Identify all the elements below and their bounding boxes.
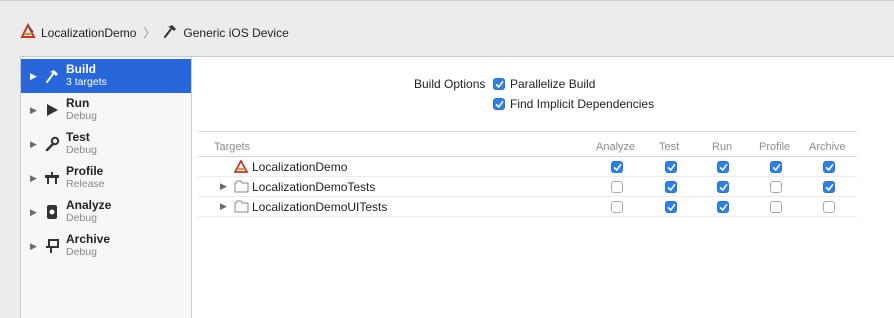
scheme-action-run[interactable]: ▶ Run Debug: [21, 93, 191, 127]
table-row[interactable]: LocalizationDemo: [198, 157, 857, 177]
scheme-editor-panel: ▶ Build 3 targets ▶ Run Debug ▶ Test Deb…: [20, 56, 894, 318]
archive-checkbox[interactable]: [823, 201, 835, 213]
targets-table: Targets Analyze Test Run Profile Archive…: [198, 131, 857, 217]
disclosure-triangle-icon[interactable]: ▶: [220, 181, 227, 192]
test-checkbox[interactable]: [665, 181, 677, 193]
table-row[interactable]: ▶ LocalizationDemoTests: [198, 177, 857, 197]
analyze-icon: [43, 203, 61, 221]
implicit-dependencies-option[interactable]: Find Implicit Dependencies: [493, 97, 654, 111]
target-name: LocalizationDemoUITests: [252, 200, 388, 214]
breadcrumb: LocalizationDemo 〉 Generic iOS Device: [20, 22, 289, 42]
disclosure-triangle-icon[interactable]: ▶: [30, 139, 39, 150]
run-checkbox[interactable]: [717, 161, 729, 173]
scheme-editor-toolbar: LocalizationDemo 〉 Generic iOS Device: [0, 0, 894, 56]
breadcrumb-project-label: LocalizationDemo: [41, 25, 137, 40]
breadcrumb-separator: 〉: [143, 26, 156, 40]
scheme-action-profile[interactable]: ▶ Profile Release: [21, 161, 191, 195]
scheme-action-subtitle: Debug: [66, 144, 97, 156]
disclosure-triangle-icon[interactable]: ▶: [30, 173, 39, 184]
hammer-icon: [43, 67, 61, 85]
breadcrumb-device[interactable]: Generic iOS Device: [162, 23, 289, 42]
profile-checkbox[interactable]: [770, 161, 782, 173]
play-icon: [43, 101, 61, 119]
scheme-action-subtitle: 3 targets: [66, 76, 107, 88]
scheme-action-title: Test: [66, 130, 90, 144]
scheme-action-title: Build: [66, 62, 96, 76]
parallelize-build-option[interactable]: Parallelize Build: [493, 77, 595, 91]
target-name: LocalizationDemo: [252, 160, 348, 174]
targets-table-body: LocalizationDemo ▶ LocalizationDemoTests ▶ L…: [198, 157, 857, 217]
column-header-run: Run: [712, 141, 733, 153]
test-bundle-icon: [234, 180, 249, 193]
test-bundle-icon: [234, 200, 249, 213]
archive-checkbox[interactable]: [823, 161, 835, 173]
instruments-icon: [43, 169, 61, 187]
parallelize-build-label: Parallelize Build: [510, 77, 596, 91]
scheme-action-archive[interactable]: ▶ Archive Debug: [21, 229, 191, 263]
scheme-action-build[interactable]: ▶ Build 3 targets: [21, 59, 191, 93]
scheme-action-test[interactable]: ▶ Test Debug: [21, 127, 191, 161]
disclosure-triangle-icon[interactable]: ▶: [30, 241, 39, 252]
implicit-dependencies-label: Find Implicit Dependencies: [510, 97, 655, 111]
wrench-icon: [43, 135, 61, 153]
scheme-action-subtitle: Debug: [66, 110, 97, 122]
disclosure-triangle-icon[interactable]: ▶: [30, 105, 39, 116]
archive-checkbox[interactable]: [823, 181, 835, 193]
scheme-action-title: Analyze: [66, 198, 112, 212]
breadcrumb-device-label: Generic iOS Device: [183, 25, 289, 40]
parallelize-build-checkbox[interactable]: [493, 78, 505, 90]
column-header-test: Test: [659, 141, 680, 153]
xcode-app-icon: [20, 22, 36, 42]
disclosure-triangle-icon[interactable]: ▶: [220, 201, 227, 212]
profile-checkbox[interactable]: [770, 181, 782, 193]
run-checkbox[interactable]: [717, 181, 729, 193]
scheme-action-title: Run: [66, 96, 90, 110]
scheme-action-subtitle: Release: [66, 178, 105, 190]
profile-checkbox[interactable]: [770, 201, 782, 213]
analyze-checkbox[interactable]: [611, 161, 623, 173]
table-row[interactable]: ▶ LocalizationDemoUITests: [198, 197, 857, 217]
implicit-dependencies-checkbox[interactable]: [493, 98, 505, 110]
target-name: LocalizationDemoTests: [252, 180, 376, 194]
column-header-targets: Targets: [214, 141, 251, 153]
scheme-action-subtitle: Debug: [66, 212, 97, 224]
analyze-checkbox[interactable]: [611, 201, 623, 213]
column-header-archive: Archive: [809, 141, 846, 153]
disclosure-triangle-icon[interactable]: ▶: [30, 71, 39, 82]
column-header-profile: Profile: [759, 141, 791, 153]
column-header-analyze: Analyze: [596, 141, 636, 153]
analyze-checkbox[interactable]: [611, 181, 623, 193]
build-options-label: Build Options: [414, 77, 486, 91]
test-checkbox[interactable]: [665, 201, 677, 213]
targets-table-header: Targets Analyze Test Run Profile Archive: [198, 131, 857, 157]
scheme-action-title: Profile: [66, 164, 104, 178]
app-target-icon: [233, 159, 249, 173]
disclosure-triangle-icon[interactable]: ▶: [30, 207, 39, 218]
hammer-icon: [162, 23, 178, 42]
scheme-action-title: Archive: [66, 232, 111, 246]
scheme-actions-list: ▶ Build 3 targets ▶ Run Debug ▶ Test Deb…: [21, 57, 192, 318]
test-checkbox[interactable]: [665, 161, 677, 173]
run-checkbox[interactable]: [717, 201, 729, 213]
breadcrumb-project[interactable]: LocalizationDemo: [20, 22, 137, 42]
archive-icon: [43, 237, 61, 255]
scheme-action-subtitle: Debug: [66, 246, 97, 258]
scheme-action-analyze[interactable]: ▶ Analyze Debug: [21, 195, 191, 229]
